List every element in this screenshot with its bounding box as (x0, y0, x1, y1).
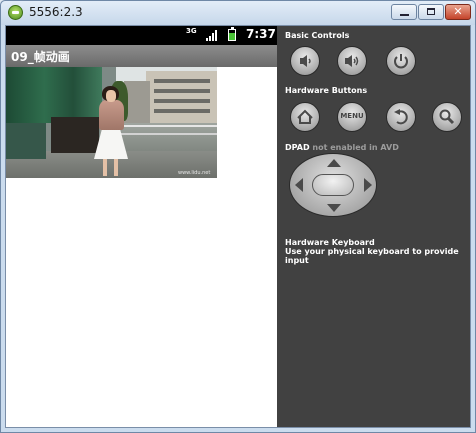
window-title: 5556:2.3 (29, 5, 83, 19)
close-icon: ✕ (453, 5, 463, 18)
minimize-icon (400, 14, 409, 16)
home-icon (297, 109, 313, 124)
search-button[interactable] (432, 102, 462, 132)
dpad-down-icon[interactable] (327, 204, 341, 212)
device-screen[interactable]: 3G 7:37 09_帧动画 www.lidu.net (6, 26, 277, 427)
app-title: 09_帧动画 (11, 50, 70, 64)
dpad-heading: DPAD not enabled in AVD (285, 143, 399, 152)
close-button[interactable]: ✕ (445, 4, 471, 20)
app-title-bar: 09_帧动画 (6, 45, 277, 67)
volume-down-icon (300, 55, 311, 67)
maximize-icon (427, 8, 435, 15)
home-button[interactable] (290, 102, 320, 132)
emulator-control-panel: Basic Controls Hardware Buttons MENU DPA… (277, 26, 470, 427)
minimize-button[interactable] (391, 4, 417, 20)
volume-down-button[interactable] (290, 46, 320, 76)
status-bar: 3G 7:37 (6, 26, 277, 45)
dpad-up-icon[interactable] (327, 159, 341, 167)
menu-button[interactable]: MENU (337, 102, 367, 132)
android-app-icon (8, 5, 23, 20)
emulator-window: 5556:2.3 ✕ 3G 7:37 09_帧动画 www.lidu.net B… (0, 0, 476, 433)
image-watermark: www.lidu.net (178, 170, 211, 176)
back-arrow-icon (394, 109, 408, 125)
keyboard-title: Hardware Keyboard (285, 238, 375, 247)
signal-strength-icon (206, 30, 218, 41)
power-button[interactable] (386, 46, 416, 76)
dpad-label: DPAD (285, 143, 310, 152)
battery-icon (228, 27, 236, 41)
dpad-right-icon[interactable] (364, 178, 372, 192)
basic-controls-heading: Basic Controls (285, 31, 350, 40)
power-icon (394, 54, 408, 69)
search-icon (439, 109, 455, 125)
dpad-center-button[interactable] (312, 174, 354, 196)
emulator-client-area: 3G 7:37 09_帧动画 www.lidu.net Basic Contro… (5, 25, 471, 428)
status-time: 7:37 (246, 27, 276, 41)
volume-up-button[interactable] (337, 46, 367, 76)
volume-up-icon (345, 55, 359, 67)
maximize-button[interactable] (418, 4, 444, 20)
dpad-left-icon[interactable] (295, 178, 303, 192)
title-bar[interactable]: 5556:2.3 ✕ (1, 1, 475, 25)
network-3g-icon: 3G (186, 27, 197, 35)
hardware-buttons-heading: Hardware Buttons (285, 86, 368, 95)
frame-animation-image[interactable]: www.lidu.net (6, 67, 217, 178)
back-button[interactable] (386, 102, 416, 132)
keyboard-note: Use your physical keyboard to provide in… (285, 247, 459, 265)
keyboard-info: Hardware Keyboard Use your physical keyb… (285, 238, 470, 265)
menu-button-label: MENU (340, 112, 364, 120)
dpad-note: not enabled in AVD (312, 143, 399, 152)
dpad-control[interactable] (289, 153, 377, 217)
network-label: 3G (186, 27, 197, 35)
